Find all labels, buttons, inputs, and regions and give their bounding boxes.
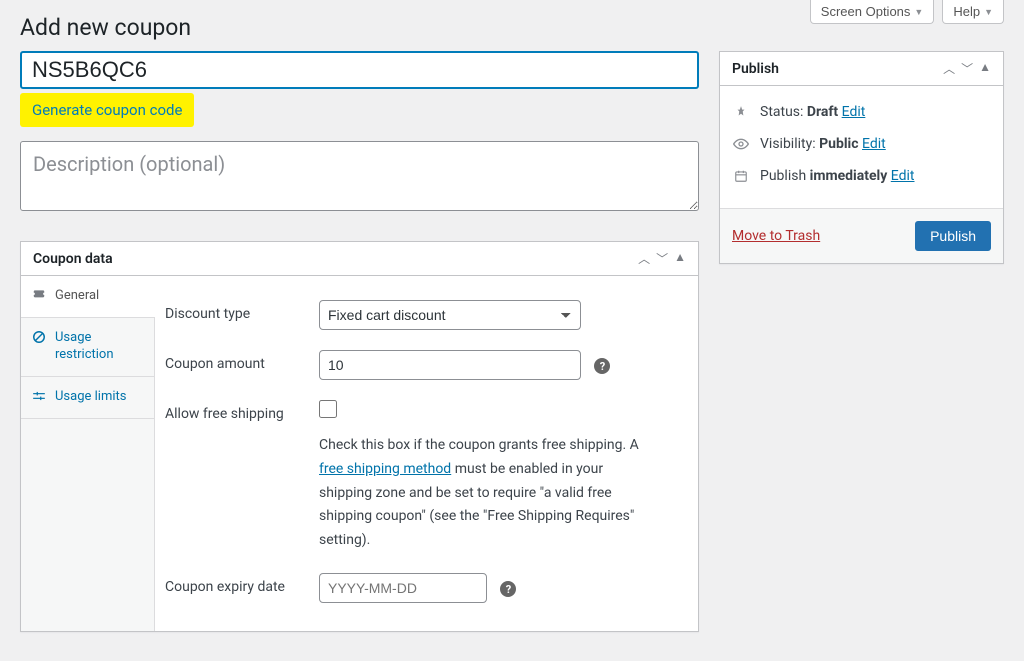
coupon-amount-input[interactable]	[319, 350, 581, 380]
coupon-amount-label: Coupon amount	[161, 350, 319, 372]
help-icon[interactable]: ?	[500, 581, 516, 597]
description-textarea[interactable]	[20, 141, 699, 211]
ticket-icon	[31, 288, 47, 302]
tab-general-label: General	[55, 288, 99, 305]
screen-options-label: Screen Options	[821, 4, 911, 19]
tab-usage-limits-label: Usage limits	[55, 389, 126, 406]
panel-down-icon[interactable]: ﹀	[961, 60, 973, 77]
pin-icon	[732, 105, 750, 119]
generate-code-highlight: Generate coupon code	[20, 93, 194, 127]
panel-up-icon[interactable]: ︿	[943, 60, 955, 77]
edit-status-link[interactable]: Edit	[842, 104, 866, 120]
discount-type-select[interactable]: Fixed cart discount	[319, 300, 581, 330]
coupon-data-heading: Coupon data	[33, 251, 113, 267]
tab-usage-limits[interactable]: Usage limits	[21, 377, 154, 419]
coupon-expiry-input[interactable]	[319, 573, 487, 603]
calendar-icon	[732, 169, 750, 183]
edit-visibility-link[interactable]: Edit	[862, 136, 886, 152]
caret-down-icon: ▼	[914, 7, 923, 17]
sliders-icon	[31, 389, 47, 403]
help-label: Help	[953, 4, 980, 19]
help-button[interactable]: Help ▼	[942, 0, 1004, 24]
tab-usage-restriction[interactable]: Usage restriction	[21, 318, 154, 377]
publish-panel: Publish ︿ ﹀ ▲ Status: Draft Edit	[719, 51, 1004, 264]
coupon-code-input[interactable]	[20, 51, 699, 89]
edit-publish-time-link[interactable]: Edit	[891, 168, 915, 184]
publish-time-row: Publish immediately Edit	[732, 160, 991, 192]
tab-usage-restriction-label: Usage restriction	[55, 330, 144, 364]
coupon-data-panel: Coupon data ︿ ﹀ ▲ General	[20, 241, 699, 632]
caret-down-icon: ▼	[984, 7, 993, 17]
visibility-value: Public	[819, 136, 858, 152]
move-to-trash-link[interactable]: Move to Trash	[732, 228, 820, 244]
status-value: Draft	[807, 104, 838, 120]
free-shipping-method-link[interactable]: free shipping method	[319, 461, 451, 477]
publish-time-value: immediately	[810, 168, 888, 184]
generate-coupon-code-link[interactable]: Generate coupon code	[32, 101, 182, 119]
help-icon[interactable]: ?	[594, 358, 610, 374]
free-shipping-description: Check this box if the coupon grants free…	[319, 434, 659, 553]
coupon-data-tabs: General Usage restriction Usage limits	[21, 276, 155, 631]
free-shipping-label: Allow free shipping	[161, 400, 319, 422]
eye-icon	[732, 136, 750, 152]
status-row: Status: Draft Edit	[732, 96, 991, 128]
panel-up-icon[interactable]: ︿	[638, 250, 650, 267]
publish-button[interactable]: Publish	[915, 221, 991, 251]
coupon-expiry-label: Coupon expiry date	[161, 573, 319, 595]
visibility-row: Visibility: Public Edit	[732, 128, 991, 160]
free-shipping-checkbox[interactable]	[319, 400, 337, 418]
discount-type-label: Discount type	[161, 300, 319, 322]
panel-down-icon[interactable]: ﹀	[656, 250, 668, 267]
no-entry-icon	[31, 330, 47, 344]
publish-heading: Publish	[732, 61, 779, 77]
panel-toggle-icon[interactable]: ▲	[979, 60, 991, 77]
screen-options-button[interactable]: Screen Options ▼	[810, 0, 935, 24]
tab-general[interactable]: General	[21, 276, 154, 318]
panel-toggle-icon[interactable]: ▲	[674, 250, 686, 267]
